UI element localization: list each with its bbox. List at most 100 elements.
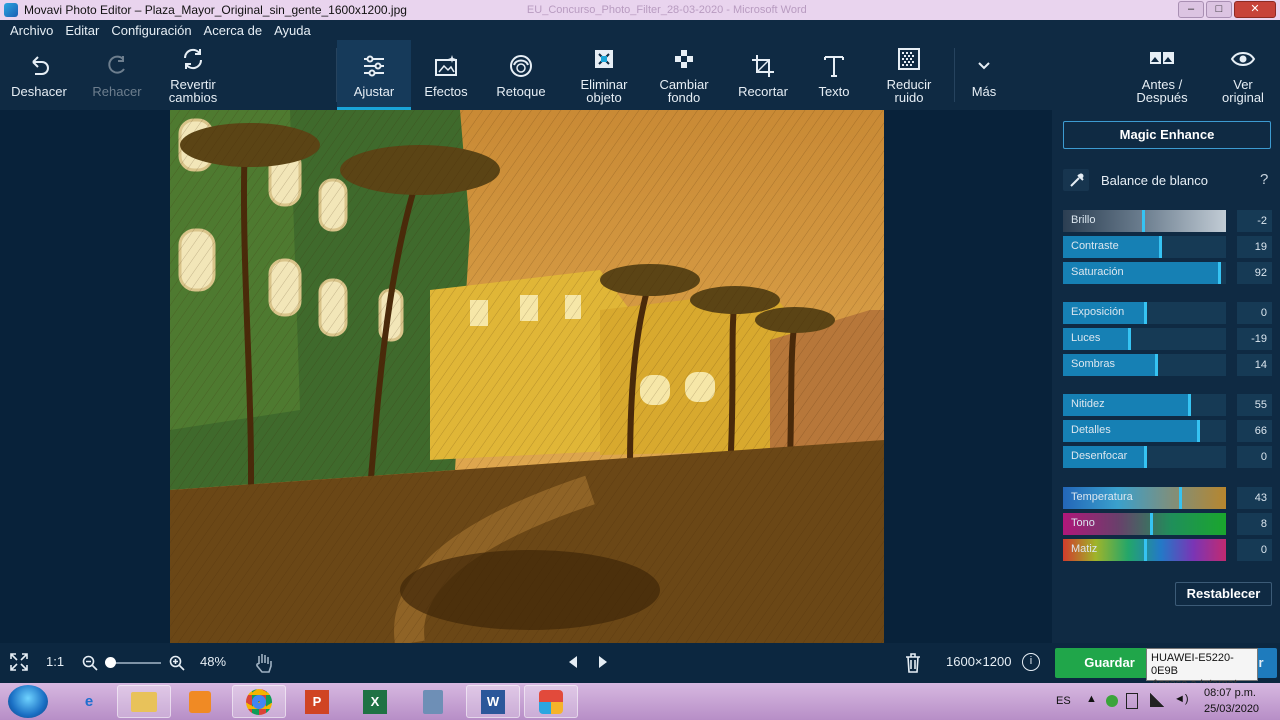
remove-object-tool[interactable]: Eliminar objeto (566, 40, 642, 110)
slider-track[interactable]: Saturación (1063, 262, 1226, 284)
slider-handle[interactable] (1150, 513, 1153, 535)
maximize-button[interactable]: □ (1206, 1, 1232, 18)
reduce-noise-tool[interactable]: Reducir ruido (872, 40, 946, 110)
edited-photo[interactable] (170, 110, 884, 643)
slider-value-field[interactable]: 43 (1237, 487, 1272, 509)
menu-ayuda[interactable]: Ayuda (274, 23, 311, 38)
slider-handle[interactable] (1128, 328, 1131, 350)
slider-tono[interactable]: Tono 8 (1063, 513, 1272, 535)
slider-value-field[interactable]: -2 (1237, 210, 1272, 232)
slider-brillo[interactable]: Brillo -2 (1063, 210, 1272, 232)
zoom-slider-handle[interactable] (105, 657, 116, 668)
clock-time[interactable]: 08:07 p.m. (1204, 687, 1256, 699)
excel-icon[interactable]: X (348, 685, 402, 718)
reset-button[interactable]: Restablecer (1175, 582, 1272, 606)
show-hidden-icons-icon[interactable]: ▲ (1086, 693, 1097, 705)
menu-configuracion[interactable]: Configuración (111, 23, 191, 38)
menu-acerca-de[interactable]: Acerca de (204, 23, 263, 38)
magic-enhance-button[interactable]: Magic Enhance (1063, 121, 1271, 149)
menu-editar[interactable]: Editar (65, 23, 99, 38)
slider-value-field[interactable]: 8 (1237, 513, 1272, 535)
network-signal-icon[interactable] (1150, 693, 1164, 707)
speaker-icon[interactable]: ◄) (1174, 693, 1189, 705)
minimize-button[interactable]: – (1178, 1, 1204, 18)
menu-archivo[interactable]: Archivo (10, 23, 53, 38)
fit-screen-button[interactable] (10, 653, 28, 674)
zoom-out-button[interactable] (82, 655, 98, 674)
slider-track[interactable]: Detalles (1063, 420, 1226, 442)
slider-handle[interactable] (1155, 354, 1158, 376)
movavi-taskbar-icon[interactable] (524, 685, 578, 718)
security-icon[interactable] (1106, 695, 1118, 707)
actual-size-button[interactable]: 1:1 (46, 654, 64, 669)
calculator-icon[interactable] (406, 685, 460, 718)
word-icon[interactable]: W (466, 685, 520, 718)
battery-icon[interactable] (1126, 693, 1138, 709)
slider-value-field[interactable]: 66 (1237, 420, 1272, 442)
slider-track[interactable]: Temperatura (1063, 487, 1226, 509)
slider-track[interactable]: Exposición (1063, 302, 1226, 324)
delete-button[interactable] (905, 653, 921, 676)
slider-saturacion[interactable]: Saturación 92 (1063, 262, 1272, 284)
info-icon[interactable]: i (1022, 653, 1040, 671)
slider-track[interactable]: Contraste (1063, 236, 1226, 258)
slider-handle[interactable] (1197, 420, 1200, 442)
slider-value-field[interactable]: 14 (1237, 354, 1272, 376)
slider-track[interactable]: Luces (1063, 328, 1226, 350)
internet-explorer-icon[interactable]: e (62, 685, 116, 718)
slider-handle[interactable] (1142, 210, 1145, 232)
redo-button[interactable]: Rehacer (78, 40, 156, 110)
slider-luces[interactable]: Luces -19 (1063, 328, 1272, 350)
adjust-tool[interactable]: Ajustar (337, 40, 411, 110)
crop-tool[interactable]: Recortar (726, 40, 800, 110)
slider-value-field[interactable]: 0 (1237, 302, 1272, 324)
pan-tool-button[interactable] (254, 652, 274, 677)
clock-date[interactable]: 25/03/2020 (1204, 703, 1259, 715)
more-tools-button[interactable]: Más (958, 40, 1010, 110)
start-button[interactable] (8, 685, 48, 718)
slider-handle[interactable] (1144, 446, 1147, 468)
slider-detalles[interactable]: Detalles 66 (1063, 420, 1272, 442)
slider-track[interactable]: Matiz (1063, 539, 1226, 561)
zoom-in-button[interactable] (169, 655, 185, 674)
slider-handle[interactable] (1144, 539, 1147, 561)
slider-contraste[interactable]: Contraste 19 (1063, 236, 1272, 258)
slider-track[interactable]: Nitidez (1063, 394, 1226, 416)
close-button[interactable]: ✕ (1234, 1, 1276, 18)
slider-handle[interactable] (1218, 262, 1221, 284)
slider-handle[interactable] (1144, 302, 1147, 324)
undo-button[interactable]: Deshacer (0, 40, 78, 110)
slider-desenfocar[interactable]: Desenfocar 0 (1063, 446, 1272, 468)
next-image-button[interactable] (596, 655, 610, 672)
slider-value-field[interactable]: 19 (1237, 236, 1272, 258)
chrome-icon[interactable] (232, 685, 286, 718)
slider-value-field[interactable]: 0 (1237, 539, 1272, 561)
slider-value-field[interactable]: 92 (1237, 262, 1272, 284)
slider-value-field[interactable]: -19 (1237, 328, 1272, 350)
slider-value-field[interactable]: 0 (1237, 446, 1272, 468)
slider-track[interactable]: Tono (1063, 513, 1226, 535)
view-original-button[interactable]: Ver original (1208, 40, 1278, 110)
slider-track[interactable]: Desenfocar (1063, 446, 1226, 468)
slider-temperatura[interactable]: Temperatura 43 (1063, 487, 1272, 509)
slider-handle[interactable] (1179, 487, 1182, 509)
slider-matiz[interactable]: Matiz 0 (1063, 539, 1272, 561)
text-tool[interactable]: Texto (800, 40, 868, 110)
previous-image-button[interactable] (566, 655, 580, 672)
before-after-button[interactable]: Antes / Después (1124, 40, 1200, 110)
white-balance-picker[interactable] (1063, 169, 1089, 191)
retouch-tool[interactable]: Retoque (485, 40, 557, 110)
slider-value-field[interactable]: 55 (1237, 394, 1272, 416)
slider-handle[interactable] (1188, 394, 1191, 416)
file-explorer-icon[interactable] (117, 685, 171, 718)
language-indicator[interactable]: ES (1056, 695, 1071, 707)
slider-sombras[interactable]: Sombras 14 (1063, 354, 1272, 376)
slider-track[interactable]: Sombras (1063, 354, 1226, 376)
effects-tool[interactable]: Efectos (411, 40, 481, 110)
slider-handle[interactable] (1159, 236, 1162, 258)
revert-changes-button[interactable]: Revertir cambios (156, 40, 230, 110)
slider-track[interactable]: Brillo (1063, 210, 1226, 232)
slider-exposicion[interactable]: Exposición 0 (1063, 302, 1272, 324)
change-background-tool[interactable]: Cambiar fondo (646, 40, 722, 110)
slider-nitidez[interactable]: Nitidez 55 (1063, 394, 1272, 416)
